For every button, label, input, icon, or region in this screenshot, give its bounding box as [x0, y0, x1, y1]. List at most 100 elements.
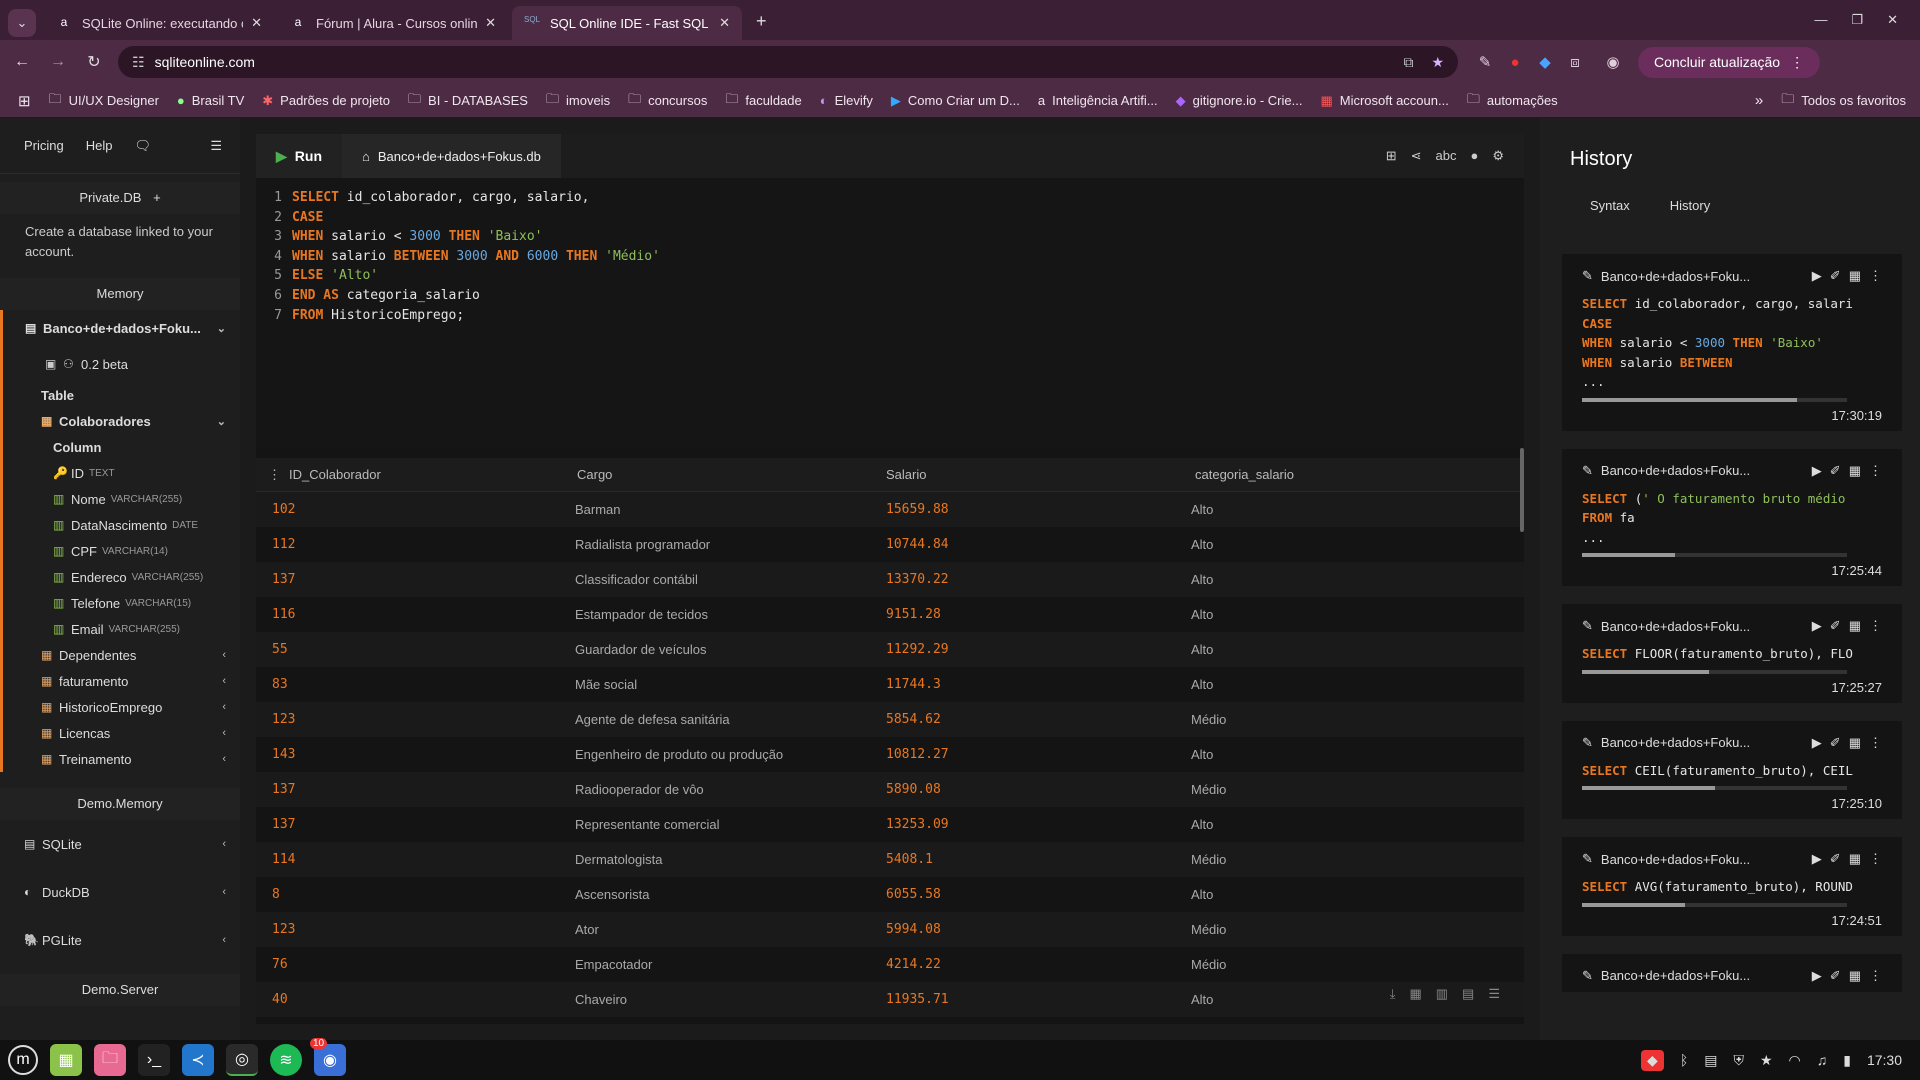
battery-icon[interactable]: ▮	[1843, 1052, 1851, 1069]
table-row[interactable]: 114 Dermatologista 5408.1 Médio	[256, 842, 1524, 877]
table-row[interactable]: 137 Representante comercial 13253.09 Alto	[256, 807, 1524, 842]
history-item[interactable]: ✎ Banco+de+dados+Foku... ▶ ✐ ▦ ⋮ SELECT FLOOR…	[1562, 604, 1902, 703]
history-item[interactable]: ✎ Banco+de+dados+Foku... ▶ ✐ ▦ ⋮	[1562, 953, 1902, 992]
edit-icon[interactable]: ✐	[1830, 968, 1841, 984]
table-cell[interactable]: Barman	[565, 502, 874, 517]
chevron-left-icon[interactable]: ‹	[222, 649, 226, 661]
chevron-down-icon[interactable]: ⌄	[217, 415, 226, 428]
avatar[interactable]: ◉	[1598, 53, 1628, 71]
bookmark[interactable]: 🗀 BI - DATABASES	[408, 90, 528, 112]
copy-icon[interactable]: ▤	[1462, 986, 1474, 1002]
column-item[interactable]: ▥ CPF VARCHAR(14)	[3, 538, 240, 564]
table-cell[interactable]: 5994.08	[874, 922, 1183, 937]
bookmark[interactable]: ▦ Microsoft accoun...	[1320, 93, 1448, 109]
table-cell[interactable]: 137	[256, 782, 565, 797]
table-item[interactable]: ▦ faturamento ‹	[3, 668, 240, 694]
edit-icon[interactable]: ✐	[1830, 463, 1841, 479]
bookmark[interactable]: ✱ Padrões de projeto	[262, 93, 390, 109]
table-cell[interactable]: 123	[256, 712, 565, 727]
column-item[interactable]: ▥ Nome VARCHAR(255)	[3, 486, 240, 512]
table-cell[interactable]: 11935.71	[874, 992, 1183, 1007]
table-cell[interactable]: 83	[256, 677, 565, 692]
chevron-down-icon[interactable]: ⌄	[217, 322, 226, 335]
private-db-header[interactable]: Private.DB +	[0, 182, 240, 214]
extension-icon[interactable]: ◆	[1530, 53, 1560, 71]
menu-icon[interactable]: ⋮	[1790, 54, 1804, 70]
table-view-icon[interactable]: ▦	[1409, 986, 1421, 1002]
grid-icon[interactable]: ▦	[1849, 463, 1861, 479]
mint-menu-icon[interactable]: m	[8, 1045, 38, 1075]
bluetooth-icon[interactable]: ᛒ	[1680, 1052, 1688, 1068]
bookmark[interactable]: 🗀 faculdade	[725, 90, 801, 112]
table-item-colaboradores[interactable]: ▦ Colaboradores ⌄	[3, 408, 240, 434]
table-cell[interactable]: 15659.88	[874, 502, 1183, 517]
minimize-icon[interactable]: —	[1814, 12, 1827, 28]
column-item[interactable]: ▥ Telefone VARCHAR(15)	[3, 590, 240, 616]
table-cell[interactable]: 13370.22	[874, 572, 1183, 587]
chat-icon[interactable]: 🗨	[135, 138, 152, 154]
chevron-left-icon[interactable]: ‹	[222, 753, 226, 765]
update-button[interactable]: Concluir atualização ⋮	[1638, 46, 1821, 78]
browser-tab-active[interactable]: SQL SQL Online IDE - Fast SQL Ed ✕	[512, 6, 742, 40]
table-cell[interactable]: 11292.29	[874, 642, 1183, 657]
table-cell[interactable]: Radialista programador	[565, 537, 874, 552]
column-item[interactable]: 🔑 ID TEXT	[3, 460, 240, 486]
puzzle-icon[interactable]: ⧈	[1560, 54, 1590, 71]
bookmark[interactable]: a Inteligência Artifi...	[1038, 93, 1158, 108]
menu-icon[interactable]: ⋮	[268, 467, 281, 482]
table-cell[interactable]: Alto	[1183, 502, 1492, 517]
col-header[interactable]: Cargo	[565, 467, 874, 482]
table-cell[interactable]: 137	[256, 572, 565, 587]
table-cell[interactable]: Médio	[1183, 852, 1492, 867]
engine-pglite[interactable]: 🐘 PGLite ‹	[0, 916, 240, 964]
table-item[interactable]: ▦ Dependentes ‹	[3, 642, 240, 668]
anydesk-icon[interactable]: ◆	[1641, 1049, 1664, 1071]
results-scrollbar[interactable]	[1520, 448, 1524, 532]
table-row[interactable]: 137 Classificador contábil 13370.22 Alto	[256, 562, 1524, 597]
more-bookmarks-icon[interactable]: »	[1755, 92, 1763, 109]
table-cell[interactable]: 9151.28	[874, 607, 1183, 622]
chevron-left-icon[interactable]: ‹	[222, 934, 226, 946]
table-cell[interactable]: Dermatologista	[565, 852, 874, 867]
tab-history[interactable]: History	[1670, 198, 1710, 230]
db-tab[interactable]: ⌂ Banco+de+dados+Fokus.db	[342, 134, 561, 178]
table-cell[interactable]: Alto	[1183, 817, 1492, 832]
chevron-left-icon[interactable]: ‹	[222, 727, 226, 739]
chevron-left-icon[interactable]: ‹	[222, 838, 226, 850]
more-icon[interactable]: ⋮	[1869, 735, 1882, 751]
table-cell[interactable]: Representante comercial	[565, 817, 874, 832]
run-button[interactable]: ▶ Run	[256, 134, 342, 178]
star-icon[interactable]: ★	[1431, 54, 1444, 71]
column-item[interactable]: ▥ Email VARCHAR(255)	[3, 616, 240, 642]
grid-icon[interactable]: ▦	[1849, 618, 1861, 634]
col-header[interactable]: Salario	[874, 467, 1183, 482]
table-cell[interactable]: Médio	[1183, 782, 1492, 797]
table-cell[interactable]: 4214.22	[874, 957, 1183, 972]
spellcheck-icon[interactable]: abc	[1436, 148, 1457, 164]
close-icon[interactable]: ✕	[485, 15, 496, 31]
table-cell[interactable]: Radiooperador de vôo	[565, 782, 874, 797]
help-link[interactable]: Help	[86, 138, 113, 153]
table-cell[interactable]: Médio	[1183, 957, 1492, 972]
chevron-left-icon[interactable]: ‹	[222, 701, 226, 713]
music-icon[interactable]: ♫	[1817, 1052, 1828, 1068]
table-cell[interactable]: 116	[256, 607, 565, 622]
apps-icon[interactable]: ⊞	[18, 92, 31, 110]
table-row[interactable]: 8 Ascensorista 6055.58 Alto	[256, 877, 1524, 912]
table-cell[interactable]: 114	[256, 852, 565, 867]
chevron-left-icon[interactable]: ‹	[222, 886, 226, 898]
table-row[interactable]: 55 Guardador de veículos 11292.29 Alto	[256, 632, 1524, 667]
table-cell[interactable]: Médio	[1183, 712, 1492, 727]
table-cell[interactable]: 123	[256, 922, 565, 937]
grid-icon[interactable]: ▦	[1849, 268, 1861, 284]
table-row[interactable]: 123 Agente de defesa sanitária 5854.62 Médi…	[256, 702, 1524, 737]
table-row[interactable]: 83 Mãe social 11744.3 Alto	[256, 667, 1524, 702]
db-item[interactable]: ▤ Banco+de+dados+Foku... ⌄	[3, 310, 240, 346]
edit-icon[interactable]: ✐	[1830, 735, 1841, 751]
eyedropper-icon[interactable]: ✎	[1470, 53, 1500, 71]
spotify-icon[interactable]: ≋	[270, 1044, 302, 1076]
calculator-icon[interactable]: ▦	[50, 1044, 82, 1076]
camera-icon[interactable]: ◉ 10	[310, 1038, 346, 1076]
table-cell[interactable]: Guardador de veículos	[565, 642, 874, 657]
grid-icon[interactable]: ▦	[1849, 735, 1861, 751]
